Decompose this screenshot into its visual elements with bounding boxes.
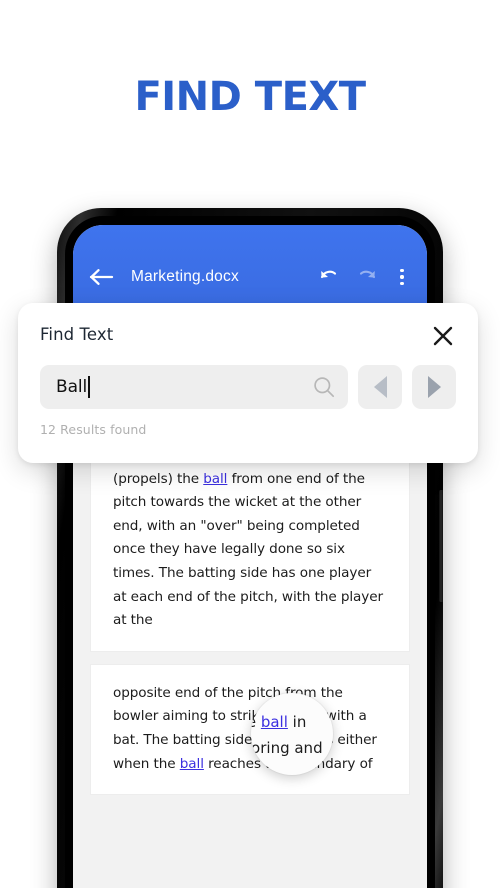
text-magnifier-loupe: re ball in scoring and — [251, 693, 333, 775]
document-paragraph: opposite end of the pitch from the bowle… — [113, 682, 387, 776]
search-match[interactable]: ball — [203, 471, 227, 487]
screenshot-root: FIND TEXT Marketing.docx (propels) the b… — [0, 0, 500, 888]
search-input[interactable]: Ball — [40, 365, 348, 409]
more-vertical-icon[interactable] — [393, 265, 411, 289]
doc-text: from one end of the pitch towards the wi… — [113, 470, 383, 629]
next-result-button[interactable] — [412, 365, 456, 409]
results-count-label: 12 Results found — [40, 422, 147, 437]
arrow-left-icon[interactable] — [89, 266, 115, 288]
dialog-title: Find Text — [40, 325, 114, 344]
text-caret — [88, 376, 90, 398]
loupe-text: re — [251, 713, 257, 731]
document-title: Marketing.docx — [131, 268, 239, 285]
loupe-text: in — [287, 713, 307, 731]
search-input-value: Ball — [56, 377, 88, 397]
page-title: FIND TEXT — [134, 74, 366, 120]
dialog-header: Find Text — [40, 323, 456, 349]
search-match[interactable]: ball — [180, 756, 204, 772]
document-page: opposite end of the pitch from the bowle… — [91, 664, 409, 795]
loupe-search-match: ball — [260, 713, 288, 731]
loupe-line-2: scoring and — [251, 739, 323, 757]
search-icon[interactable] — [312, 375, 336, 399]
undo-icon[interactable] — [317, 265, 341, 289]
previous-result-button[interactable] — [358, 365, 402, 409]
search-row: Ball — [40, 365, 456, 409]
power-button[interactable] — [439, 490, 443, 602]
triangle-left-icon — [373, 376, 387, 398]
loupe-content: re ball in scoring and — [251, 693, 333, 775]
triangle-right-icon — [427, 376, 441, 398]
find-text-dialog: Find Text Ball 12 Results found — [18, 303, 478, 463]
redo-icon[interactable] — [355, 265, 379, 289]
app-header: Marketing.docx — [73, 225, 427, 303]
close-icon[interactable] — [430, 323, 456, 349]
